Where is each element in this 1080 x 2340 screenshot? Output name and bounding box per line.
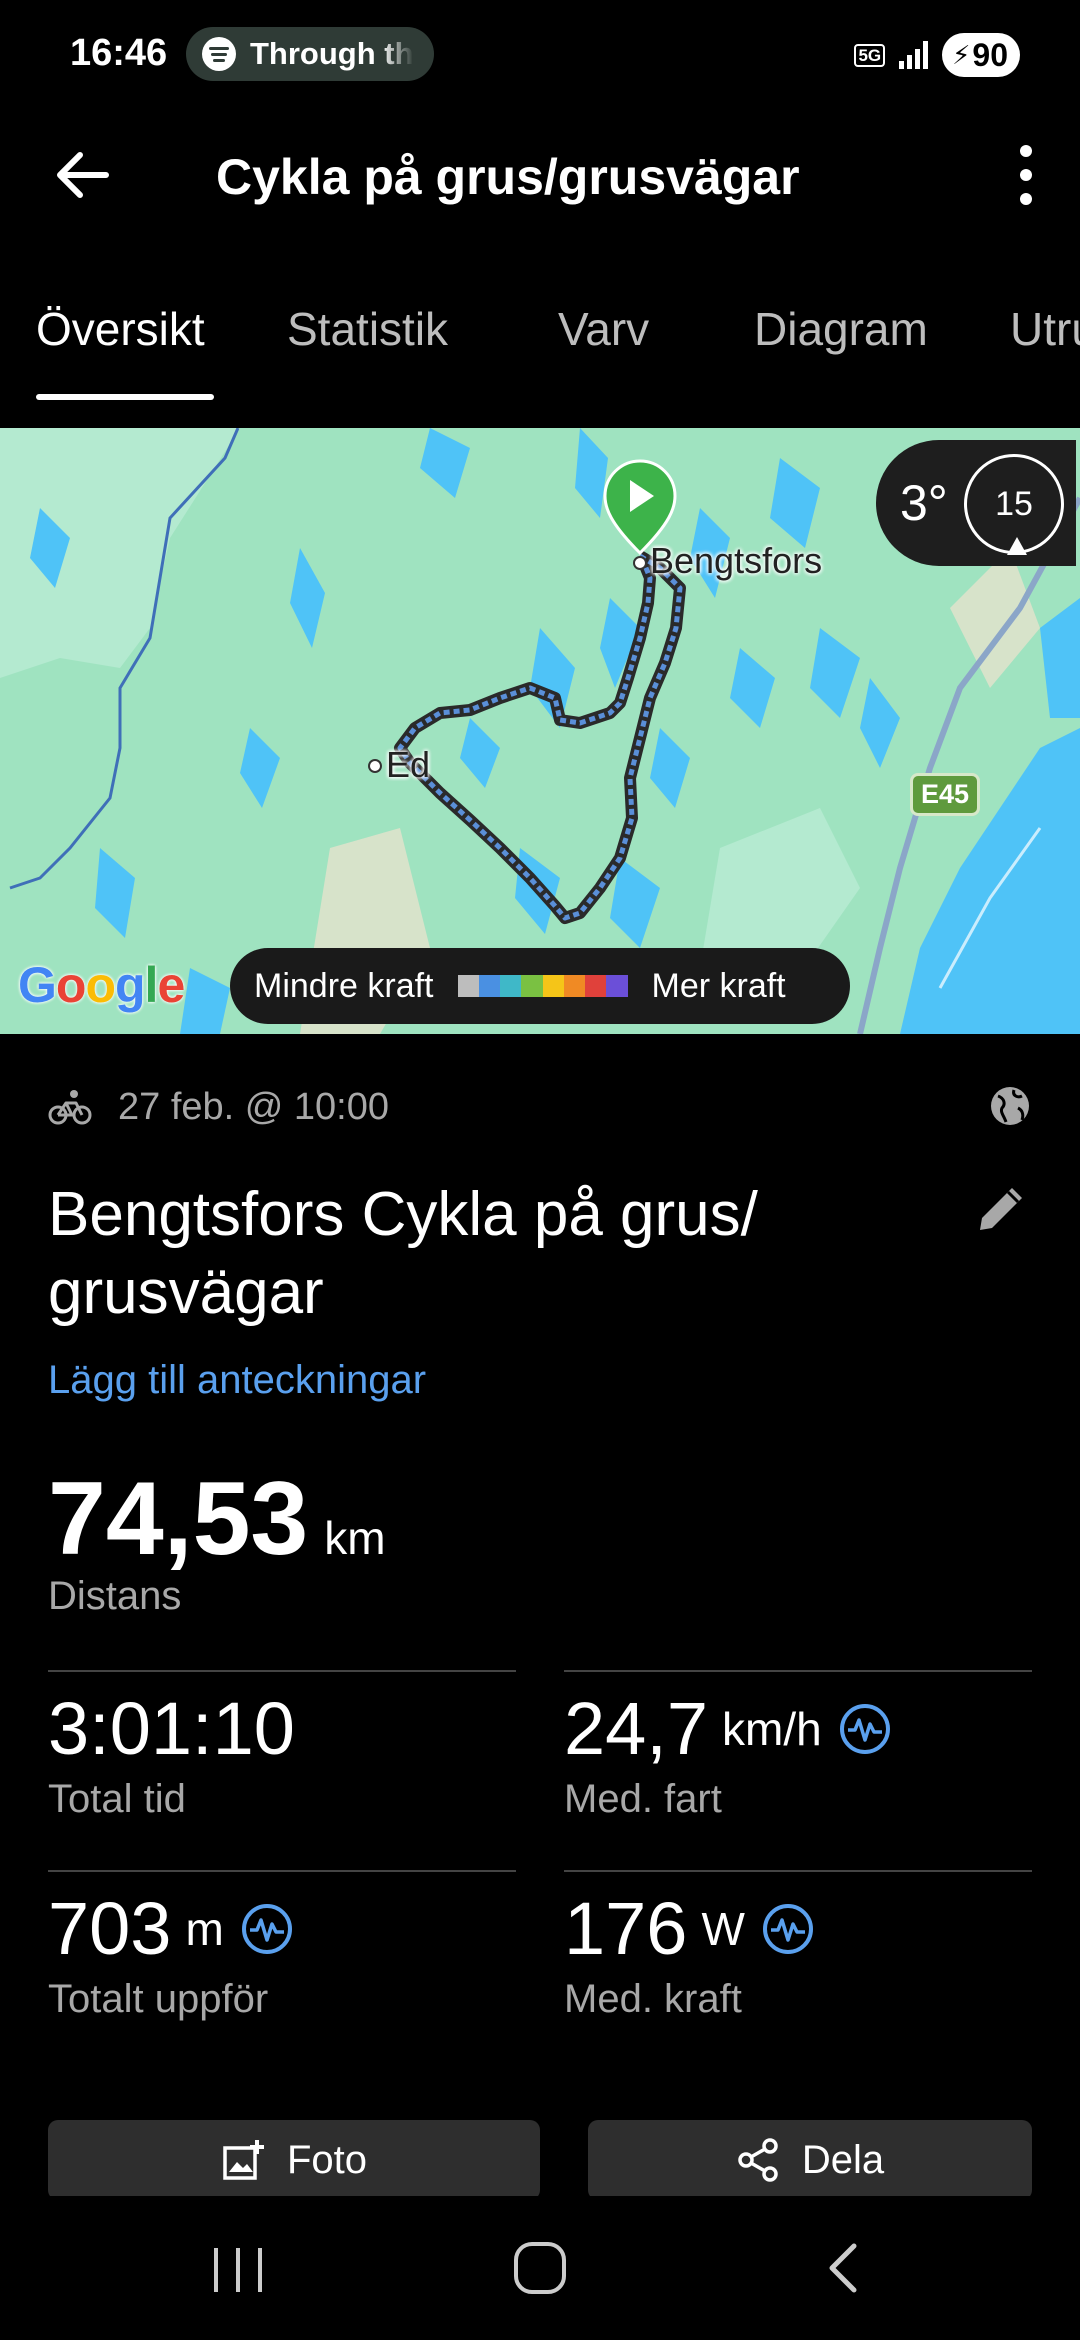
divider	[564, 1870, 1032, 1872]
more-options-button[interactable]	[996, 140, 1056, 210]
recents-button[interactable]	[214, 2248, 262, 2292]
stat-label: Med. fart	[564, 1777, 722, 1821]
tab-oversikt[interactable]: Översikt	[36, 302, 205, 356]
legend-swatch	[542, 975, 564, 997]
legend-more-label: Mer kraft	[651, 966, 786, 1005]
stat-avg-power: 176 W Med. kraft	[564, 1886, 815, 2022]
stat-label: Med. kraft	[564, 1977, 742, 2021]
status-time: 16:46	[70, 32, 168, 74]
stat-total-time: 3:01:10 Total tid	[48, 1686, 295, 1822]
stat-avg-speed: 24,7 km/h Med. fart	[564, 1686, 892, 1822]
divider	[48, 1870, 516, 1872]
divider	[48, 1670, 516, 1672]
activity-title: Bengtsfors Cykla på grus/ grusvägar	[48, 1180, 758, 1327]
globe-icon[interactable]	[988, 1084, 1032, 1128]
legend-swatch	[500, 975, 522, 997]
media-pill[interactable]: Through th	[186, 27, 434, 81]
power-gradient-bar	[457, 975, 628, 997]
stat-value: 3:01:10	[48, 1687, 295, 1770]
battery-indicator: ⚡ 90	[942, 33, 1020, 77]
place-label-bengtsfors: Bengtsfors	[650, 540, 823, 581]
pencil-icon[interactable]	[972, 1180, 1030, 1238]
stat-value: 176	[564, 1887, 688, 1970]
share-button-label: Dela	[801, 2137, 885, 2182]
stat-unit: m	[185, 1902, 224, 1955]
arrow-left-icon	[57, 152, 109, 198]
weather-widget[interactable]: 3° 15	[876, 440, 1076, 566]
distance-number: 74,53	[48, 1461, 309, 1577]
charging-bolt-icon: ⚡	[952, 39, 971, 70]
battery-level: 90	[972, 36, 1008, 73]
nav-back-icon[interactable]	[820, 2240, 864, 2296]
legend-swatch	[563, 975, 585, 997]
stat-label: Total tid	[48, 1777, 186, 1821]
app-header: Cykla på grus/grusvägar	[0, 120, 1080, 230]
back-button[interactable]	[48, 145, 118, 205]
google-logo: Google	[18, 957, 185, 1013]
status-icons: 5G ⚡ 90	[854, 30, 1020, 80]
stat-value: 24,7	[564, 1687, 709, 1770]
legend-swatch	[521, 975, 543, 997]
legend-swatch	[606, 975, 628, 997]
wind-compass-icon: 15	[964, 454, 1064, 555]
stat-unit: W	[701, 1902, 745, 1955]
media-pill-text: Through th	[250, 36, 414, 71]
add-photo-icon	[223, 2140, 264, 2180]
legend-swatch	[478, 975, 500, 997]
more-vert-icon	[1020, 145, 1032, 157]
network-5g-icon: 5G	[854, 43, 886, 67]
road-sign-e45: E45	[910, 773, 981, 816]
activity-meta: 27 feb. @ 10:00	[48, 1080, 1032, 1134]
stat-value: 703	[48, 1887, 172, 1970]
page-title: Cykla på grus/grusvägar	[216, 149, 800, 205]
stat-label: Totalt uppför	[48, 1977, 269, 2021]
pulse-icon[interactable]	[240, 1902, 294, 1956]
stat-elevation: 703 m Totalt uppför	[48, 1886, 294, 2022]
add-notes-link[interactable]: Lägg till anteckningar	[48, 1358, 426, 1403]
pulse-icon[interactable]	[838, 1702, 892, 1756]
system-nav-bar	[0, 2196, 1080, 2340]
spotify-icon	[202, 37, 236, 71]
tab-bar: Översikt Statistik Varv Diagram Utru	[0, 290, 1080, 400]
stat-unit: km/h	[722, 1702, 822, 1755]
bicycle-icon	[48, 1090, 92, 1125]
power-legend: Mindre kraft Mer kraft	[230, 948, 850, 1024]
active-tab-indicator	[36, 394, 214, 400]
legend-swatch	[457, 975, 479, 997]
signal-icon	[899, 41, 929, 69]
legend-less-label: Mindre kraft	[254, 966, 434, 1005]
share-icon	[738, 2138, 778, 2182]
legend-swatch	[585, 975, 607, 997]
share-button[interactable]: Dela	[588, 2120, 1032, 2200]
route-map[interactable]: Bengtsfors Ed E45 3° 15 Google Mindre kr…	[0, 428, 1080, 1034]
weather-temperature: 3°	[900, 475, 948, 531]
pulse-icon[interactable]	[761, 1902, 815, 1956]
tab-utrustning[interactable]: Utru	[1010, 302, 1080, 356]
distance-value: 74,53 km	[48, 1460, 386, 1579]
tab-varv[interactable]: Varv	[558, 302, 649, 356]
photo-button-label: Foto	[286, 2137, 368, 2182]
wind-speed: 15	[995, 484, 1033, 523]
status-bar: 16:46 Through th 5G ⚡ 90	[0, 0, 1080, 110]
add-photo-button[interactable]: Foto	[48, 2120, 540, 2200]
activity-date: 27 feb. @ 10:00	[118, 1085, 389, 1128]
divider	[564, 1670, 1032, 1672]
distance-unit: km	[324, 1512, 386, 1564]
tab-statistik[interactable]: Statistik	[287, 302, 448, 356]
tab-diagram[interactable]: Diagram	[754, 302, 928, 356]
home-button[interactable]	[514, 2242, 566, 2294]
distance-label: Distans	[48, 1574, 182, 1618]
place-label-ed: Ed	[386, 744, 431, 785]
